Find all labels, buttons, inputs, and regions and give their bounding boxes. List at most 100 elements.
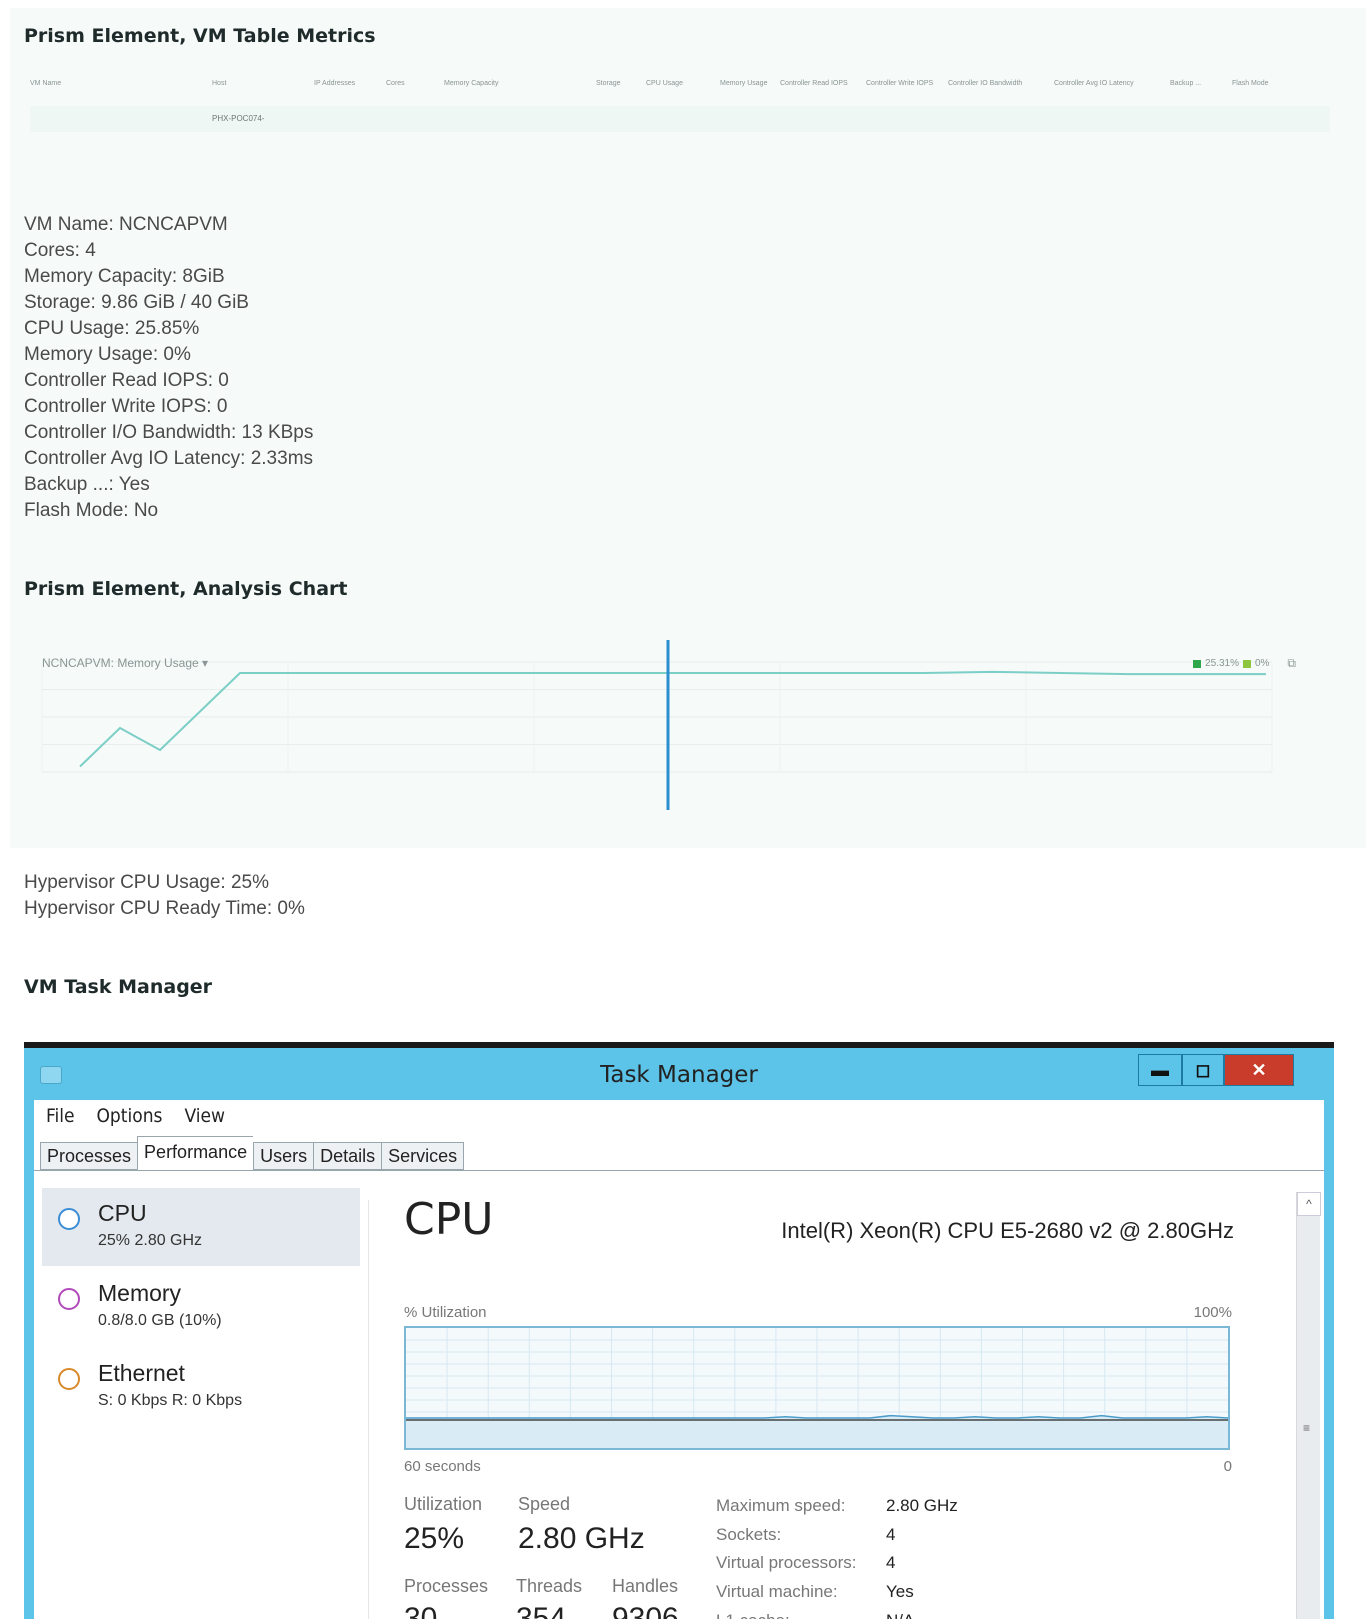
analysis-chart-svg [41,640,1273,810]
task-manager-section-title: VM Task Manager [24,976,213,998]
resource-list: CPU 25% 2.80 GHz Memory 0.8/8.0 GB (10%)… [42,1188,360,1618]
vm-table-header: VM Name Host IP Addresses Cores Memory Capac… [30,68,1330,98]
maximize-button[interactable]: ◻ [1182,1054,1224,1086]
vm-detail-line: Backup ...: Yes [24,474,150,495]
vm-detail-line: Controller Read IOPS: 0 [24,370,229,391]
resource-cpu[interactable]: CPU 25% 2.80 GHz [42,1188,360,1266]
vertical-scrollbar[interactable]: ^ ≡ [1296,1192,1321,1619]
table-header-cell[interactable]: CPU Usage [646,80,683,87]
vm-detail-line: Controller I/O Bandwidth: 13 KBps [24,422,314,443]
processes-value: 30 [404,1602,438,1619]
menu-view[interactable]: View [184,1105,225,1127]
utilization-label: Utilization [404,1494,483,1514]
pane-divider [368,1200,369,1619]
hypervisor-cpu-ready: Hypervisor CPU Ready Time: 0% [24,898,305,919]
legend-value-b: 0% [1254,658,1270,669]
cpu-model: Intel(R) Xeon(R) CPU E5-2680 v2 @ 2.80GH… [781,1218,1234,1243]
resource-memory[interactable]: Memory 0.8/8.0 GB (10%) [42,1268,360,1346]
minimize-button[interactable]: ▬ [1138,1054,1182,1086]
speed-value: 2.80 GHz [518,1522,645,1555]
memory-usage-series-line [79,670,1266,768]
vm-detail-line: Controller Avg IO Latency: 2.33ms [24,448,314,469]
threads-value: 354 [516,1602,567,1619]
memory-circle-icon [58,1288,80,1310]
menu-file[interactable]: File [46,1105,74,1127]
prop-vm-value: Yes [886,1582,914,1601]
tab-strip: Processes Performance Users Details Serv… [40,1136,465,1170]
resource-memory-name: Memory [98,1280,182,1306]
speed-label: Speed [518,1494,571,1514]
table-row[interactable]: PHX-POC074- [30,106,1330,132]
vm-table: VM Name Host IP Addresses Cores Memory Capac… [30,68,1330,138]
scroll-grip-icon[interactable]: ≡ [1303,1422,1315,1434]
vm-detail-line: Storage: 9.86 GiB / 40 GiB [24,292,249,313]
cpu-graph-svg [406,1328,1228,1448]
table-header-cell[interactable]: Controller Avg IO Latency [1054,80,1134,87]
processes-label: Processes [404,1576,489,1596]
table-header-cell[interactable]: Flash Mode [1232,80,1269,87]
table-header-cell[interactable]: Storage [596,80,621,87]
vm-table-title: Prism Element, VM Table Metrics [24,25,376,47]
cpu-circle-icon [58,1208,80,1230]
legend-value-a: 25.31% [1205,658,1239,669]
tab-performance[interactable]: Performance [137,1136,254,1170]
handles-value: 9306 [612,1602,679,1619]
tab-divider [34,1170,1324,1171]
detail-title: CPU [404,1194,494,1245]
prop-l1-value: N/A [886,1611,914,1619]
table-header-cell[interactable]: Controller IO Bandwidth [948,80,1022,87]
prop-vm-label: Virtual machine: [716,1582,838,1601]
handles-label: Handles [612,1576,679,1596]
metric-selector[interactable]: NCNCAPVM: Memory Usage ▾ [42,656,208,670]
vm-detail-line: Memory Capacity: 8GiB [24,266,225,287]
window-client: File Options View Processes Performance … [34,1100,1324,1619]
table-header-cell[interactable]: VM Name [30,80,61,87]
row-host-cell: PHX-POC074- [212,114,265,123]
prop-vprocs-value: 4 [886,1553,896,1572]
table-header-cell[interactable]: Memory Usage [720,80,767,87]
table-header-cell[interactable]: Controller Write IOPS [866,80,933,87]
resource-ethernet[interactable]: Ethernet S: 0 Kbps R: 0 Kbps [42,1348,360,1426]
table-header-cell[interactable]: Controller Read IOPS [780,80,848,87]
table-header-cell[interactable]: Cores [386,80,405,87]
vm-detail-line: Controller Write IOPS: 0 [24,396,228,417]
time-axis-label: 60 seconds [404,1458,481,1475]
table-header-cell[interactable]: Backup ... [1170,80,1201,87]
vm-detail-line: CPU Usage: 25.85% [24,318,200,339]
dropdown-arrow-icon: ▾ [202,656,209,670]
vm-detail-line: Flash Mode: No [24,500,159,521]
legend-swatch-b [1242,659,1251,668]
table-header-cell[interactable]: Host [212,80,226,87]
max-axis-label: 100% [1193,1304,1232,1321]
vm-detail-line: VM Name: NCNCAPVM [24,214,228,235]
task-manager-window: Task Manager ▬ ◻ ✕ File Options View Pro… [24,1042,1334,1619]
table-header-cell[interactable]: IP Addresses [314,80,355,87]
legend-swatch-a [1193,659,1202,668]
title-bar[interactable]: Task Manager ▬ ◻ ✕ [24,1048,1334,1100]
resource-ethernet-name: Ethernet [98,1360,185,1386]
table-header-cell[interactable]: Memory Capacity [444,80,498,87]
popout-icon[interactable]: ⧉ [1287,656,1296,671]
cpu-detail-pane: CPU Intel(R) Xeon(R) CPU E5-2680 v2 @ 2.… [404,1186,1234,1619]
cpu-utilization-graph [404,1326,1230,1450]
utilization-value: 25% [404,1522,465,1555]
prop-max-speed-label: Maximum speed: [716,1496,846,1515]
prop-vprocs-label: Virtual processors: [716,1553,857,1572]
menu-bar: File Options View [34,1100,1324,1132]
tab-services[interactable]: Services [381,1142,465,1170]
prop-sockets-label: Sockets: [716,1525,782,1544]
scroll-up-icon[interactable]: ^ [1297,1192,1321,1216]
utilization-axis-label: % Utilization [404,1304,487,1321]
metric-selector-label: NCNCAPVM: Memory Usage [42,656,199,670]
resource-cpu-name: CPU [98,1200,147,1226]
tab-processes[interactable]: Processes [40,1142,138,1170]
resource-ethernet-sub: S: 0 Kbps R: 0 Kbps [98,1392,243,1409]
tab-details[interactable]: Details [313,1142,382,1170]
tab-users[interactable]: Users [253,1142,314,1170]
resource-cpu-sub: 25% 2.80 GHz [98,1232,203,1249]
close-button[interactable]: ✕ [1224,1054,1294,1086]
menu-options[interactable]: Options [96,1105,162,1127]
zero-axis-label: 0 [1223,1458,1232,1475]
prop-l1-label: L1 cache: [716,1611,790,1619]
vm-detail-line: Cores: 4 [24,240,96,261]
